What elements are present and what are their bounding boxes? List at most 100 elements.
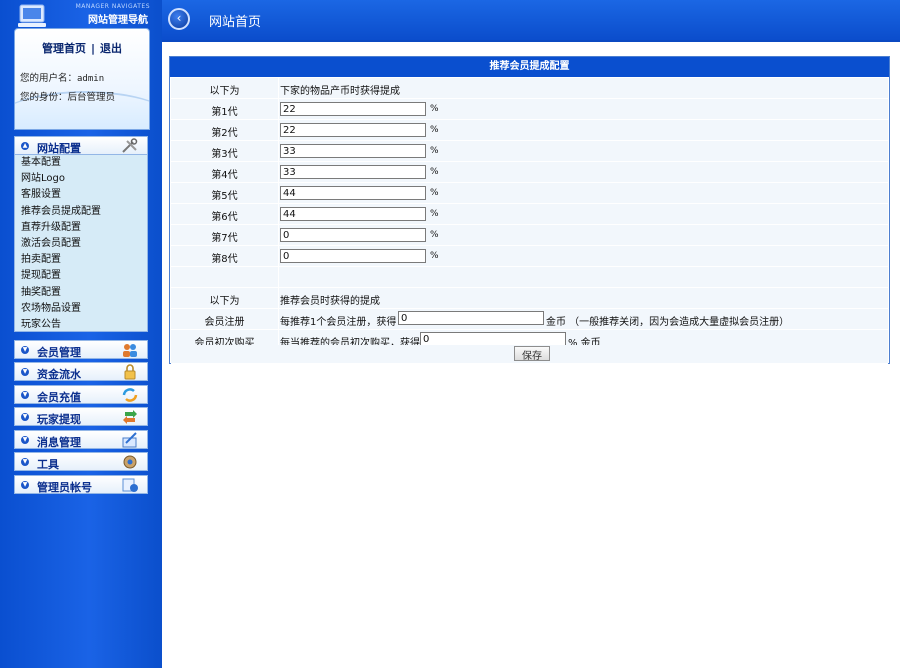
config-submenu: 基本配置 网站Logo 客服设置 推荐会员提成配置 直荐升级配置 激活会员配置 … <box>14 155 148 332</box>
menu-head-label: 网站配置 <box>37 142 81 155</box>
menu-head-site-config[interactable]: ▲ 网站配置 <box>14 136 148 155</box>
refresh-icon <box>122 388 138 402</box>
percent-unit: % <box>430 167 439 177</box>
percent-unit: % <box>430 146 439 156</box>
save-row: 保存 <box>171 345 888 364</box>
brand-subtitle: MANAGER NAVIGATES <box>75 3 150 10</box>
row-text: 下家的物品产币时获得提成 <box>280 86 400 97</box>
submenu-item-lottery[interactable]: 抽奖配置 <box>15 285 147 301</box>
submenu-item-farm-items[interactable]: 农场物品设置 <box>15 301 147 317</box>
username-value: admin <box>77 74 105 84</box>
menu-head-member-recharge[interactable]: ▼ 会员充值 <box>14 385 148 404</box>
menu-head-tools[interactable]: ▼ 工具 <box>14 452 148 471</box>
row-label: 以下为 <box>209 86 240 97</box>
role-value: 后台管理员 <box>67 92 116 103</box>
spacer-row <box>171 267 888 288</box>
message-icon <box>122 432 137 448</box>
generation-row-7: 第7代 % <box>171 225 888 246</box>
menu-head-member-management[interactable]: ▼ 会员管理 <box>14 340 148 359</box>
generation-3-input[interactable] <box>280 144 426 158</box>
expand-dot-icon: ▼ <box>21 346 29 354</box>
submenu-item-activate-member[interactable]: 激活会员配置 <box>15 236 147 252</box>
menu-head-player-withdraw[interactable]: ▼ 玩家提现 <box>14 407 148 426</box>
sidebar: MANAGER NAVIGATES 网站管理导航 管理首页 | 退出 您的用户名：a… <box>0 0 162 668</box>
expand-dot-icon: ▼ <box>21 391 29 399</box>
generation-row-2: 第2代 % <box>171 120 888 141</box>
logout-link[interactable]: 退出 <box>100 42 122 55</box>
generation-label: 第3代 <box>211 149 238 160</box>
expand-dot-icon: ▼ <box>21 413 29 421</box>
admin-home-link[interactable]: 管理首页 <box>42 42 86 55</box>
submenu-item-service[interactable]: 客服设置 <box>15 187 147 203</box>
role-label: 您的身份： <box>20 92 68 103</box>
menu-head-label: 会员充值 <box>37 391 81 404</box>
user-info-box: 管理首页 | 退出 您的用户名：admin 您的身份：后台管理员 <box>14 28 150 130</box>
link-separator: | <box>90 42 96 55</box>
register-row: 会员注册 每推荐1个会员注册，获得 金币 （一般推荐关闭，因为会造成大量虚拟会员… <box>171 309 888 330</box>
lock-icon <box>124 364 136 380</box>
expand-dot-icon: ▲ <box>21 142 29 150</box>
menu-head-label: 会员管理 <box>37 346 81 359</box>
generation-row-4: 第4代 % <box>171 162 888 183</box>
submenu-item-referral-commission[interactable]: 推荐会员提成配置 <box>15 204 147 220</box>
generation-label: 第7代 <box>211 233 238 244</box>
people-icon <box>123 344 137 357</box>
menu-head-message-management[interactable]: ▼ 消息管理 <box>14 430 148 449</box>
brand-header: MANAGER NAVIGATES 网站管理导航 <box>0 0 162 28</box>
intro2-row: 以下为 推荐会员时获得的提成 <box>171 288 888 309</box>
generation-6-input[interactable] <box>280 207 426 221</box>
submenu-item-logo[interactable]: 网站Logo <box>15 171 147 187</box>
percent-unit: % <box>430 125 439 135</box>
username-line: 您的用户名：admin <box>20 70 104 84</box>
generation-label: 第1代 <box>211 107 238 118</box>
percent-unit: % <box>430 104 439 114</box>
menu-head-admin-account[interactable]: ▼ 管理员帐号 <box>14 475 148 494</box>
menu-head-label: 消息管理 <box>37 436 81 449</box>
percent-unit: % <box>430 209 439 219</box>
expand-dot-icon: ▼ <box>21 458 29 466</box>
generation-label: 第4代 <box>211 170 238 181</box>
register-prefix: 每推荐1个会员注册，获得 <box>280 317 397 328</box>
generation-label: 第5代 <box>211 191 238 202</box>
generation-5-input[interactable] <box>280 186 426 200</box>
generation-4-input[interactable] <box>280 165 426 179</box>
generation-label: 第8代 <box>211 254 238 265</box>
generation-1-input[interactable] <box>280 102 426 116</box>
top-bar-divider <box>162 40 900 42</box>
row-text: 推荐会员时获得的提成 <box>280 296 380 307</box>
exchange-icon <box>123 410 137 424</box>
submenu-item-announcement[interactable]: 玩家公告 <box>15 317 147 333</box>
generation-label: 第6代 <box>211 212 238 223</box>
generation-8-input[interactable] <box>280 249 426 263</box>
submenu-item-withdraw[interactable]: 提现配置 <box>15 268 147 284</box>
save-button[interactable]: 保存 <box>514 346 550 362</box>
submenu-item-direct-upgrade[interactable]: 直荐升级配置 <box>15 220 147 236</box>
expand-dot-icon: ▼ <box>21 368 29 376</box>
top-bar: ‹ 网站首页 <box>162 0 900 40</box>
generation-2-input[interactable] <box>280 123 426 137</box>
register-reward-input[interactable] <box>398 311 544 325</box>
percent-unit: % <box>430 230 439 240</box>
submenu-item-auction[interactable]: 拍卖配置 <box>15 252 147 268</box>
generation-label: 第2代 <box>211 128 238 139</box>
percent-unit: % <box>430 188 439 198</box>
expand-dot-icon: ▼ <box>21 481 29 489</box>
expand-dot-icon: ▼ <box>21 436 29 444</box>
generation-7-input[interactable] <box>280 228 426 242</box>
menu-head-fund-flow[interactable]: ▼ 资金流水 <box>14 362 148 381</box>
row-label: 以下为 <box>209 296 240 307</box>
generation-row-6: 第6代 % <box>171 204 888 225</box>
panel-title: 推荐会员提成配置 <box>170 57 889 77</box>
menu-head-label: 工具 <box>37 458 59 471</box>
submenu-item-basic[interactable]: 基本配置 <box>15 155 147 171</box>
role-line: 您的身份：后台管理员 <box>20 89 115 103</box>
generation-row-5: 第5代 % <box>171 183 888 204</box>
tools-wrench-icon <box>122 138 138 153</box>
menu-head-label: 玩家提现 <box>37 413 81 426</box>
first-purchase-reward-input[interactable] <box>420 332 566 346</box>
register-label: 会员注册 <box>204 317 245 328</box>
back-arrow-icon[interactable]: ‹ <box>168 8 190 30</box>
menu-head-label: 资金流水 <box>37 368 81 381</box>
brand-title: 网站管理导航 <box>88 15 148 26</box>
user-links: 管理首页 | 退出 <box>15 40 149 56</box>
